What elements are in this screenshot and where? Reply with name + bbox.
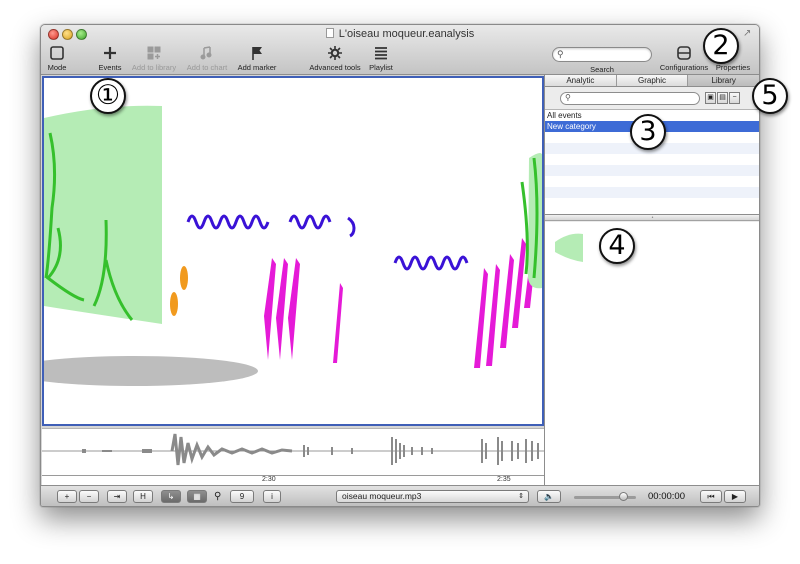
- play-button[interactable]: ▶: [724, 490, 746, 503]
- preview-shape: [555, 233, 583, 262]
- blue-wave-event: [288, 214, 332, 230]
- magenta-event: [333, 283, 343, 363]
- ruler-tick-label: 2:30: [262, 476, 276, 483]
- fullscreen-icon[interactable]: ↗: [743, 29, 753, 39]
- green-event-shape: [44, 105, 162, 324]
- callout-1: ①: [90, 78, 126, 114]
- magnifier-icon: ⚲: [214, 491, 222, 502]
- plus-icon: [104, 47, 116, 59]
- title-toolbar: L'oiseau moqueur.eanalysis ↗ Mode Events…: [41, 25, 759, 75]
- tab-graphic[interactable]: Graphic: [616, 75, 689, 86]
- mode-icon: [50, 46, 64, 60]
- panel-tabs: Analytic Graphic Library: [545, 75, 759, 87]
- library-add-icon[interactable]: ▣: [705, 92, 716, 104]
- events-button[interactable]: Events: [96, 45, 124, 72]
- add-to-library-label: Add to library: [131, 63, 177, 72]
- window-title: L'oiseau moqueur.eanalysis: [41, 28, 759, 40]
- callout-4: 4: [599, 228, 635, 264]
- document-icon: [325, 28, 334, 38]
- grid-toggle[interactable]: ▦: [187, 490, 207, 503]
- graphic-representation[interactable]: [41, 78, 543, 424]
- events-label: Events: [98, 63, 122, 72]
- tab-analytic[interactable]: Analytic: [545, 75, 617, 86]
- library-grid-icon: [147, 46, 161, 60]
- orange-event-dot: [170, 292, 178, 316]
- empty-row: [545, 176, 759, 187]
- zoom-out-button[interactable]: −: [79, 490, 99, 503]
- search-icon: ⚲: [557, 49, 564, 59]
- configurations-icon: [677, 46, 691, 60]
- zoom-in-button[interactable]: +: [57, 490, 77, 503]
- snap-toggle[interactable]: ↳: [161, 490, 181, 503]
- magenta-event: [474, 268, 488, 368]
- time-ruler: 2:30 2:35: [42, 475, 544, 485]
- waveform-overview[interactable]: 2:30 2:35: [42, 428, 544, 485]
- library-list-icon[interactable]: ▤: [717, 92, 728, 104]
- gray-event-shape: [41, 356, 258, 386]
- add-to-library-button[interactable]: Add to library: [128, 45, 180, 72]
- callout-3: 3: [630, 114, 666, 150]
- magenta-event: [276, 258, 288, 360]
- info-button[interactable]: i: [263, 490, 281, 503]
- library-remove-icon[interactable]: −: [729, 92, 740, 104]
- chart-note-icon: [200, 46, 212, 60]
- add-marker-label: Add marker: [237, 63, 277, 72]
- tab-library[interactable]: Library: [688, 75, 759, 86]
- configurations-label: Configurations: [659, 63, 709, 72]
- bottom-toolbar: + − ⇥ H ↳ ▦ ⚲ 9 i oiseau moqueur.mp3 ⇕ 🔈…: [41, 485, 759, 506]
- add-to-chart-button[interactable]: Add to chart: [184, 45, 230, 72]
- callout-2: 2: [703, 28, 739, 64]
- blue-wave-event: [186, 214, 270, 230]
- playlist-button[interactable]: Playlist: [366, 45, 396, 72]
- panel-splitter[interactable]: •: [545, 215, 759, 221]
- list-icon: [375, 47, 387, 60]
- fit-width-button[interactable]: H: [133, 490, 153, 503]
- empty-row: [545, 154, 759, 165]
- magenta-event: [486, 264, 500, 366]
- library-preview: [545, 222, 759, 485]
- volume-button[interactable]: 🔈: [537, 490, 561, 503]
- time-display: 00:00:00: [648, 491, 685, 502]
- sonogram-view[interactable]: [41, 76, 544, 426]
- gear-icon: [328, 46, 342, 60]
- waveform-icon: [42, 433, 544, 466]
- empty-row: [545, 165, 759, 176]
- search-icon: ⚲: [565, 93, 571, 102]
- magenta-event: [500, 254, 514, 348]
- search-input[interactable]: ⚲: [552, 47, 652, 62]
- empty-row: [545, 187, 759, 198]
- add-to-chart-label: Add to chart: [186, 63, 228, 72]
- orange-event-dot: [180, 266, 188, 290]
- blue-wave-event: [347, 216, 356, 238]
- fit-start-button[interactable]: ⇥: [107, 490, 127, 503]
- configurations-button[interactable]: Configurations: [659, 45, 709, 72]
- callout-5: 5: [752, 78, 788, 114]
- blue-wave-event: [393, 255, 469, 271]
- mode-label: Mode: [47, 63, 67, 72]
- empty-row: [545, 198, 759, 209]
- app-window: L'oiseau moqueur.eanalysis ↗ Mode Events…: [40, 24, 760, 507]
- magenta-event: [288, 258, 300, 360]
- audio-file-select[interactable]: oiseau moqueur.mp3 ⇕: [336, 490, 529, 503]
- mode-button[interactable]: Mode: [45, 45, 69, 72]
- properties-label: Properties: [715, 63, 751, 72]
- file-name-label: oiseau moqueur.mp3: [342, 491, 422, 501]
- search-label: Search: [590, 65, 614, 74]
- volume-slider-handle[interactable]: [619, 492, 628, 501]
- magenta-event: [264, 258, 276, 360]
- advanced-tools-label: Advanced tools: [309, 63, 361, 72]
- ruler-tick-label: 2:35: [497, 476, 511, 483]
- advanced-tools-button[interactable]: Advanced tools: [306, 45, 364, 72]
- playlist-label: Playlist: [369, 63, 393, 72]
- add-marker-button[interactable]: Add marker: [234, 45, 280, 72]
- rewind-button[interactable]: ⏮: [700, 490, 722, 503]
- magenta-event: [512, 238, 526, 328]
- zoom-value-field[interactable]: 9: [230, 490, 254, 503]
- library-search-input[interactable]: ⚲: [560, 92, 700, 105]
- chevron-updown-icon: ⇕: [518, 493, 524, 500]
- flag-icon: [252, 47, 262, 60]
